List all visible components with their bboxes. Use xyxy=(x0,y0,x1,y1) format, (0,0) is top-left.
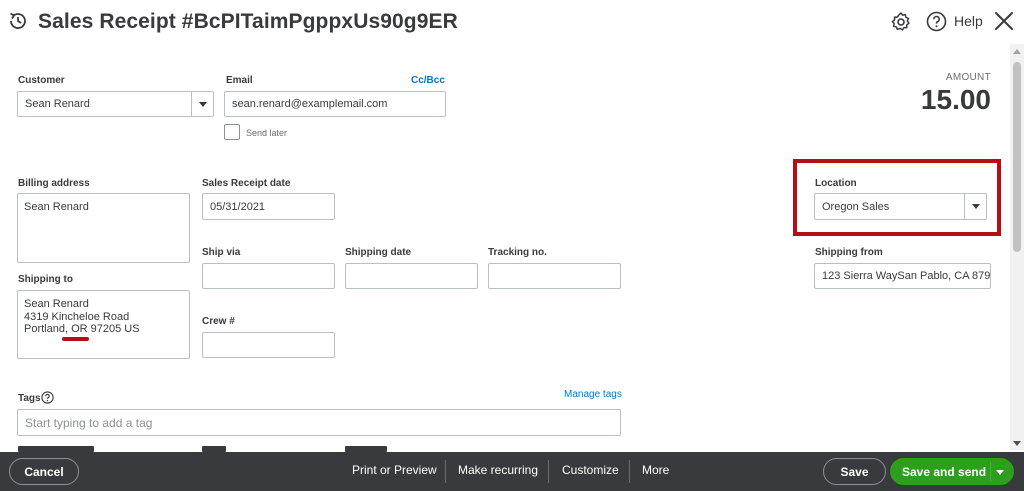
close-icon[interactable] xyxy=(993,10,1015,32)
receipt-date-value: 05/31/2021 xyxy=(210,200,266,213)
page-title: Sales Receipt #BcPITaimPgppxUs90g9ER xyxy=(38,10,458,33)
save-and-send-button[interactable]: Save and send xyxy=(890,458,1014,485)
send-later-checkbox[interactable] xyxy=(224,124,240,140)
receipt-date-field[interactable]: 05/31/2021 xyxy=(202,193,335,220)
shipping-date-field[interactable] xyxy=(345,263,478,289)
gear-icon[interactable] xyxy=(890,11,912,33)
crew-label: Crew # xyxy=(202,316,235,327)
state-highlight-underline xyxy=(62,337,89,341)
more-button[interactable]: More xyxy=(642,463,669,477)
location-highlight xyxy=(793,159,1001,236)
amount-value: 15.00 xyxy=(920,84,991,115)
divider xyxy=(990,462,991,481)
tags-input[interactable]: Start typing to add a tag xyxy=(17,409,621,436)
email-field[interactable]: sean.renard@examplemail.com xyxy=(224,91,446,117)
help-icon[interactable] xyxy=(41,391,54,404)
make-recurring-button[interactable]: Make recurring xyxy=(458,463,538,477)
divider xyxy=(445,460,446,483)
shipping-to-field[interactable]: Sean Renard 4319 Kincheloe Road Portland… xyxy=(17,290,190,359)
shipping-to-line: Sean Renard xyxy=(24,298,89,310)
receipt-date-label: Sales Receipt date xyxy=(202,178,291,189)
cc-bcc-link[interactable]: Cc/Bcc xyxy=(411,75,445,86)
help-icon[interactable] xyxy=(926,11,947,32)
manage-tags-link[interactable]: Manage tags xyxy=(564,389,622,400)
save-button[interactable]: Save xyxy=(823,458,886,485)
history-icon[interactable] xyxy=(7,10,29,32)
scrollbar[interactable] xyxy=(1010,44,1024,450)
scroll-up-icon[interactable] xyxy=(1013,49,1021,54)
shipping-to-label: Shipping to xyxy=(18,274,73,285)
tracking-field[interactable] xyxy=(488,263,621,289)
billing-address-field[interactable]: Sean Renard xyxy=(17,193,190,263)
divider xyxy=(629,460,630,483)
cancel-button[interactable]: Cancel xyxy=(9,458,79,485)
footer-bar: Cancel Print or Preview Make recurring C… xyxy=(0,452,1024,491)
ship-via-field[interactable] xyxy=(202,263,335,289)
chevron-down-icon[interactable] xyxy=(191,92,213,116)
amount-label: AMOUNT xyxy=(945,72,991,83)
email-value: sean.renard@examplemail.com xyxy=(232,98,388,110)
crew-field[interactable] xyxy=(202,332,335,358)
tags-placeholder: Start typing to add a tag xyxy=(25,415,153,430)
shipping-from-label: Shipping from xyxy=(815,247,883,258)
print-preview-button[interactable]: Print or Preview xyxy=(352,463,437,477)
chevron-down-icon[interactable] xyxy=(996,470,1004,475)
shipping-from-value: 123 Sierra WaySan Pablo, CA 879 xyxy=(822,270,991,282)
send-later-label: Send later xyxy=(246,128,288,138)
scrollbar-thumb[interactable] xyxy=(1013,62,1021,252)
help-label[interactable]: Help xyxy=(954,13,983,29)
tracking-label: Tracking no. xyxy=(488,247,547,258)
customer-select[interactable]: Sean Renard xyxy=(17,91,214,117)
billing-address-value: Sean Renard xyxy=(24,201,89,213)
customer-label: Customer xyxy=(18,75,65,86)
shipping-date-label: Shipping date xyxy=(345,247,412,258)
customize-button[interactable]: Customize xyxy=(562,463,619,477)
shipping-to-line: 4319 Kincheloe Road xyxy=(24,310,130,323)
customer-value: Sean Renard xyxy=(25,98,90,110)
save-and-send-label: Save and send xyxy=(902,465,987,479)
shipping-to-line: Portland, OR 97205 US xyxy=(24,323,140,335)
scroll-down-icon[interactable] xyxy=(1013,441,1021,446)
shipping-from-field[interactable]: 123 Sierra WaySan Pablo, CA 879 xyxy=(814,263,991,289)
page-header: Sales Receipt #BcPITaimPgppxUs90g9ER Hel… xyxy=(0,0,1013,44)
email-label: Email xyxy=(226,75,253,86)
ship-via-label: Ship via xyxy=(202,247,241,258)
tags-label: Tags xyxy=(18,393,41,404)
divider xyxy=(548,460,549,483)
billing-address-label: Billing address xyxy=(18,178,90,189)
